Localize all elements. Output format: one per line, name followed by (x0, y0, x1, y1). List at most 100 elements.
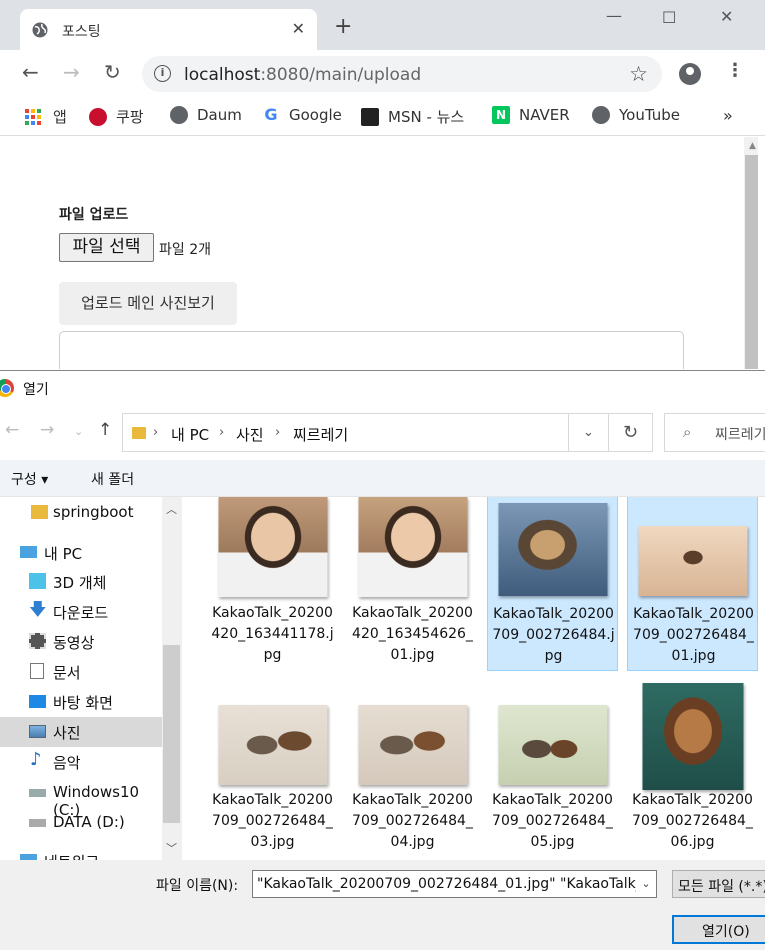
file-list: KakaoTalk_20200420_163441178.jpg KakaoTa… (182, 497, 765, 860)
open-button[interactable]: 열기(O) (672, 915, 765, 944)
dialog-titlebar: 열기 (0, 371, 765, 404)
chevron-right-icon: › (219, 425, 225, 440)
scrollbar-thumb[interactable] (163, 645, 180, 823)
nav-item-label: 내 PC (44, 545, 83, 563)
file-name: KakaoTalk_20200709_002726484.jpg (492, 606, 615, 664)
pictures-icon (29, 725, 46, 738)
file-type-select[interactable]: 모든 파일 (*.*) (672, 870, 765, 898)
file-item[interactable]: KakaoTalk_20200709_002726484_04.jpg (347, 680, 478, 856)
organize-button[interactable]: 구성 ▾ (11, 469, 48, 489)
scroll-up-icon[interactable]: ▲ (749, 141, 756, 151)
address-dropdown-icon[interactable]: ⌄ (569, 413, 609, 452)
file-name: KakaoTalk_20200709_002726484_04.jpg (352, 792, 473, 850)
drive-icon (29, 819, 46, 827)
search-input[interactable]: ⌕ 찌르레기 (664, 413, 765, 452)
nav-item-3d-objects[interactable]: 3D 개체 (0, 567, 162, 597)
file-item[interactable]: KakaoTalk_20200709_002726484_05.jpg (487, 680, 618, 856)
file-item[interactable]: KakaoTalk_20200709_002726484_03.jpg (207, 680, 338, 856)
forward-icon[interactable]: → (40, 422, 54, 439)
nav-item-label: 동영상 (53, 634, 95, 652)
nav-item-drive-d[interactable]: DATA (D:) (0, 808, 162, 838)
chevron-down-icon[interactable]: ⌄ (636, 871, 656, 897)
reload-icon[interactable]: ↻ (104, 62, 121, 82)
file-item-selected[interactable]: KakaoTalk_20200709_002726484_01.jpg (627, 497, 758, 671)
bookmark-msn[interactable]: MSN - 뉴스 (361, 106, 464, 127)
close-window-icon[interactable]: ✕ (720, 7, 733, 26)
scrollbar-thumb[interactable] (745, 155, 758, 369)
dialog-title: 열기 (23, 382, 49, 398)
tab-strip: 포스팅 ✕ + — ☐ ✕ (0, 0, 765, 50)
apps-grid-icon (25, 108, 41, 125)
profile-icon[interactable] (679, 63, 701, 85)
nav-item-documents[interactable]: 문서 (0, 657, 162, 687)
up-icon[interactable]: ↑ (98, 422, 112, 439)
upload-heading: 파일 업로드 (59, 207, 129, 223)
bookmark-star-icon[interactable]: ☆ (629, 62, 648, 86)
breadcrumb-item[interactable]: 내 PC (171, 424, 209, 445)
open-button-label: 열기(O) (702, 924, 750, 940)
nav-item-my-pc[interactable]: 내 PC (0, 538, 162, 568)
nav-item-network[interactable]: 네트워크 (0, 846, 162, 860)
tab-posting[interactable]: 포스팅 ✕ (20, 9, 317, 50)
refresh-icon[interactable]: ↻ (609, 413, 653, 452)
navigation-pane: springboot 내 PC 3D 개체 🡇 다운로드 동영상 문서 바탕 화… (0, 497, 182, 860)
breadcrumb-item[interactable]: 찌르레기 (293, 424, 348, 445)
bookmark-label: YouTube (619, 106, 680, 124)
bookmark-apps[interactable]: 앱 (25, 106, 67, 127)
nav-item-downloads[interactable]: 🡇 다운로드 (0, 597, 162, 627)
chevron-up-icon[interactable]: ︿ (166, 501, 177, 517)
command-bar: 구성 ▾ 새 폴더 (0, 460, 765, 497)
nav-scrollbar[interactable]: ︿ ﹀ (162, 497, 182, 860)
back-icon[interactable]: ← (5, 422, 19, 439)
minimize-icon[interactable]: — (606, 6, 622, 25)
bookmark-youtube[interactable]: YouTube (592, 106, 680, 124)
globe-icon (170, 106, 188, 124)
file-name: KakaoTalk_20200420_163454626_01.jpg (352, 605, 473, 663)
choose-file-button[interactable]: 파일 선택 (59, 233, 154, 262)
file-item[interactable]: KakaoTalk_20200420_163441178.jpg (207, 497, 338, 671)
nav-item-label: 음악 (53, 754, 81, 772)
new-tab-icon[interactable]: + (334, 16, 352, 38)
bookmark-coupang[interactable]: 쿠팡 (89, 106, 144, 127)
3d-objects-icon (29, 573, 46, 589)
site-info-icon[interactable]: i (154, 65, 171, 82)
url-path: :8080/main/upload (260, 65, 422, 85)
nav-item-pictures[interactable]: 사진 (0, 717, 162, 747)
nav-item-desktop[interactable]: 바탕 화면 (0, 687, 162, 717)
breadcrumb[interactable]: › 내 PC › 사진 › 찌르레기 (122, 413, 569, 452)
bookmark-daum[interactable]: Daum (170, 106, 242, 124)
dialog-footer: 파일 이름(N): "KakaoTalk_20200709_002726484_… (0, 860, 765, 950)
forward-icon[interactable]: → (63, 62, 80, 82)
view-upload-button[interactable]: 업로드 메인 사진보기 (59, 282, 237, 325)
url-host: localhost (184, 65, 261, 85)
file-name: KakaoTalk_20200709_002726484_01.jpg (633, 606, 754, 664)
maximize-icon[interactable]: ☐ (662, 8, 676, 27)
menu-icon[interactable]: ⋮ (726, 62, 744, 80)
breadcrumb-item[interactable]: 사진 (236, 424, 264, 445)
filename-label: 파일 이름(N): (156, 878, 239, 894)
new-folder-button[interactable]: 새 폴더 (91, 469, 134, 489)
file-name: KakaoTalk_20200420_163441178.jpg (211, 605, 334, 663)
bookmark-label: 쿠팡 (116, 108, 144, 126)
photo-thumbnail (498, 705, 607, 785)
page-scrollbar[interactable]: ▲ (744, 137, 758, 369)
bookmark-label: 앱 (53, 108, 67, 126)
nav-item-drive-c[interactable]: Windows10 (C:) (0, 778, 162, 819)
content-textarea[interactable] (59, 331, 684, 369)
filename-input[interactable]: "KakaoTalk_20200709_002726484_01.jpg" "K… (252, 870, 657, 898)
recent-dropdown-icon[interactable]: ⌄ (74, 426, 83, 437)
close-tab-icon[interactable]: ✕ (292, 19, 305, 38)
file-item[interactable]: KakaoTalk_20200420_163454626_01.jpg (347, 497, 478, 671)
more-bookmarks-icon[interactable]: » (723, 106, 733, 125)
nav-item-music[interactable]: ♪ 음악 (0, 747, 162, 777)
chevron-down-icon[interactable]: ﹀ (166, 840, 177, 856)
bookmark-naver[interactable]: N NAVER (492, 106, 570, 124)
file-item[interactable]: KakaoTalk_20200709_002726484_06.jpg (627, 680, 758, 856)
nav-item-videos[interactable]: 동영상 (0, 627, 162, 657)
back-icon[interactable]: ← (22, 62, 39, 82)
file-name: KakaoTalk_20200709_002726484_03.jpg (212, 792, 333, 850)
bookmark-google[interactable]: G Google (262, 106, 342, 124)
address-bar[interactable]: i localhost:8080/main/upload ☆ (142, 56, 662, 92)
file-item-selected[interactable]: KakaoTalk_20200709_002726484.jpg (487, 497, 618, 671)
nav-item-springboot[interactable]: springboot (0, 498, 162, 528)
